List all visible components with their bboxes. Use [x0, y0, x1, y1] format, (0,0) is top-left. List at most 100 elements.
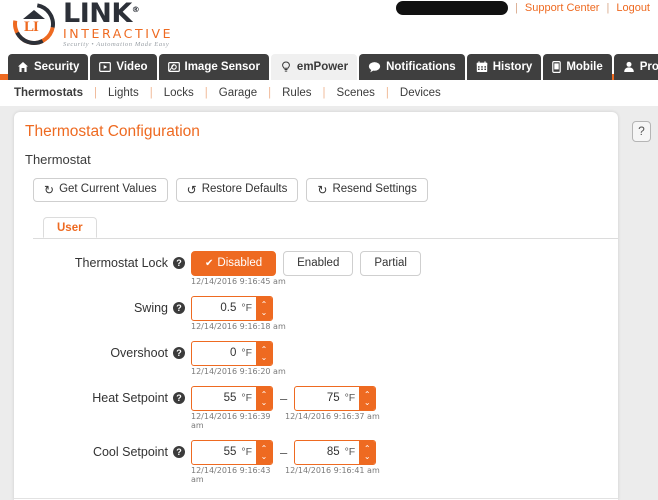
form-row-heat-setpoint: Heat Setpoint ? 55 °F ⌃ ⌄ – 75 °F ⌃ ⌄ 12…: [14, 386, 618, 430]
chevron-up-icon[interactable]: ⌃: [261, 301, 268, 309]
cool-setpoint-min-stepper[interactable]: 55 °F ⌃ ⌄: [191, 440, 273, 465]
sidebar-item-garage[interactable]: Garage: [208, 87, 268, 99]
heat-setpoint-label-group: Heat Setpoint ?: [14, 386, 191, 410]
heat-setpoint-min-value[interactable]: 55: [192, 387, 239, 410]
sidebar-item-scenes[interactable]: Scenes: [326, 87, 386, 99]
brand-logo[interactable]: LI LINK® INTERACTIVE Security • Automati…: [4, 0, 174, 54]
chevron-up-icon[interactable]: ⌃: [261, 445, 268, 453]
lightbulb-icon: [280, 61, 292, 73]
thermostat-lock-option-partial[interactable]: Partial: [360, 251, 421, 276]
sidebar-item-locks[interactable]: Locks: [153, 87, 205, 99]
userbar-separator-2: |: [606, 2, 610, 14]
cool-setpoint-max-spinner[interactable]: ⌃ ⌄: [359, 441, 376, 464]
tab-security[interactable]: Security: [8, 54, 89, 80]
heat-setpoint-max-value[interactable]: 75: [295, 387, 342, 410]
swing-timestamp: 12/14/2016 9:16:18 am: [191, 322, 286, 331]
thermostat-lock-option-disabled-label: Disabled: [217, 257, 263, 269]
tab-label-profile: Profile: [639, 61, 658, 73]
restore-defaults-button[interactable]: ↺ Restore Defaults: [175, 178, 299, 202]
chevron-down-icon[interactable]: ⌄: [261, 453, 268, 461]
thermostat-form: Thermostat Lock ? ✔ Disabled Enabled Part…: [14, 239, 618, 484]
overshoot-spinner[interactable]: ⌃ ⌄: [256, 342, 272, 365]
resend-settings-button[interactable]: ↻ Resend Settings: [306, 178, 428, 202]
heat-setpoint-max-unit: °F: [344, 392, 356, 404]
chevron-down-icon[interactable]: ⌄: [261, 354, 268, 362]
chevron-down-icon[interactable]: ⌄: [364, 399, 371, 407]
overshoot-stepper[interactable]: 0 °F ⌃ ⌄: [191, 341, 273, 366]
help-button[interactable]: ?: [632, 121, 651, 142]
tab-notifications[interactable]: Notifications: [359, 54, 465, 80]
tab-label-notifications: Notifications: [386, 61, 456, 73]
thermostat-lock-option-disabled[interactable]: ✔ Disabled: [191, 251, 277, 276]
cool-setpoint-max-value[interactable]: 85: [295, 441, 342, 464]
cool-setpoint-max-stepper[interactable]: 85 °F ⌃ ⌄: [294, 440, 377, 465]
chevron-down-icon[interactable]: ⌄: [364, 453, 371, 461]
overshoot-label-group: Overshoot ?: [14, 341, 191, 365]
question-mark-icon[interactable]: ?: [173, 347, 185, 359]
swing-value[interactable]: 0.5: [192, 297, 239, 320]
get-current-values-button[interactable]: ↻ Get Current Values: [33, 178, 168, 202]
user-bar: | Support Center | Logout: [396, 1, 650, 15]
video-play-icon: [99, 61, 112, 73]
tab-image-sensor[interactable]: Image Sensor: [158, 54, 269, 80]
heat-setpoint-max-stepper[interactable]: 75 °F ⌃ ⌄: [294, 386, 377, 411]
tabbar-accent-left: [0, 74, 8, 80]
swing-stepper[interactable]: 0.5 °F ⌃ ⌄: [191, 296, 273, 321]
thermostat-lock-option-enabled[interactable]: Enabled: [283, 251, 354, 276]
question-mark-icon[interactable]: ?: [173, 392, 185, 404]
form-row-swing: Swing ? 0.5 °F ⌃ ⌄ 12/14/2016 9:16:18 am: [14, 296, 618, 331]
sidebar-item-rules[interactable]: Rules: [271, 87, 322, 99]
tab-label-mobile: Mobile: [566, 61, 603, 73]
panel-tab-strip: User: [33, 217, 618, 239]
logout-link[interactable]: Logout: [616, 2, 650, 14]
swing-spinner[interactable]: ⌃ ⌄: [256, 297, 272, 320]
heat-setpoint-range-separator: –: [280, 391, 288, 406]
cool-setpoint-range-separator: –: [280, 445, 288, 460]
tab-profile[interactable]: Profile: [613, 54, 658, 80]
chevron-up-icon[interactable]: ⌃: [261, 391, 268, 399]
swing-label: Swing: [133, 301, 168, 315]
form-row-thermostat-lock: Thermostat Lock ? ✔ Disabled Enabled Part…: [14, 251, 618, 286]
cool-setpoint-min-spinner[interactable]: ⌃ ⌄: [256, 441, 272, 464]
cool-setpoint-min-value[interactable]: 55: [192, 441, 239, 464]
brand-name-interactive: INTERACTIVE: [63, 25, 174, 41]
sidebar-item-devices[interactable]: Devices: [389, 87, 452, 99]
cool-setpoint-label-group: Cool Setpoint ?: [14, 440, 191, 464]
phone-icon: [552, 61, 562, 73]
chevron-up-icon[interactable]: ⌃: [261, 346, 268, 354]
heat-setpoint-max-spinner[interactable]: ⌃ ⌄: [359, 387, 376, 410]
chevron-up-icon[interactable]: ⌃: [364, 391, 371, 399]
restore-defaults-label: Restore Defaults: [201, 183, 288, 196]
sidebar-item-thermostats[interactable]: Thermostats: [14, 87, 94, 99]
tab-label-empower: emPower: [296, 61, 349, 73]
overshoot-unit: °F: [241, 347, 252, 359]
question-mark-icon[interactable]: ?: [173, 257, 185, 269]
thermostat-configuration-panel: Thermostat Configuration Thermostat ↻ Ge…: [14, 112, 618, 500]
question-mark-icon[interactable]: ?: [173, 302, 185, 314]
tab-user[interactable]: User: [43, 217, 97, 238]
app-page: LI LINK® INTERACTIVE Security • Automati…: [0, 0, 658, 500]
overshoot-value[interactable]: 0: [192, 342, 239, 365]
chevron-down-icon[interactable]: ⌄: [261, 399, 268, 407]
tab-mobile[interactable]: Mobile: [543, 54, 612, 80]
cool-setpoint-max-timestamp: 12/14/2016 9:16:41 am: [285, 466, 380, 475]
swing-unit: °F: [241, 302, 252, 314]
brand-name-link: LINK®: [63, 0, 140, 29]
cool-setpoint-max-unit: °F: [344, 446, 356, 458]
heat-setpoint-min-stepper[interactable]: 55 °F ⌃ ⌄: [191, 386, 273, 411]
account-name-redacted: [396, 1, 509, 15]
chevron-down-icon[interactable]: ⌄: [261, 309, 268, 317]
heat-setpoint-min-spinner[interactable]: ⌃ ⌄: [256, 387, 272, 410]
support-center-link[interactable]: Support Center: [525, 2, 600, 14]
sidebar-item-lights[interactable]: Lights: [97, 87, 150, 99]
panel-subtitle: Thermostat: [25, 152, 91, 167]
question-mark-icon[interactable]: ?: [173, 446, 185, 458]
tab-label-history: History: [492, 61, 533, 73]
overshoot-timestamp: 12/14/2016 9:16:20 am: [191, 367, 286, 376]
tab-history[interactable]: History: [466, 54, 542, 80]
tab-empower[interactable]: emPower: [270, 54, 358, 80]
tab-video[interactable]: Video: [90, 54, 157, 80]
get-current-values-label: Get Current Values: [59, 183, 157, 196]
swing-label-group: Swing ?: [14, 296, 191, 320]
chevron-up-icon[interactable]: ⌃: [364, 445, 371, 453]
